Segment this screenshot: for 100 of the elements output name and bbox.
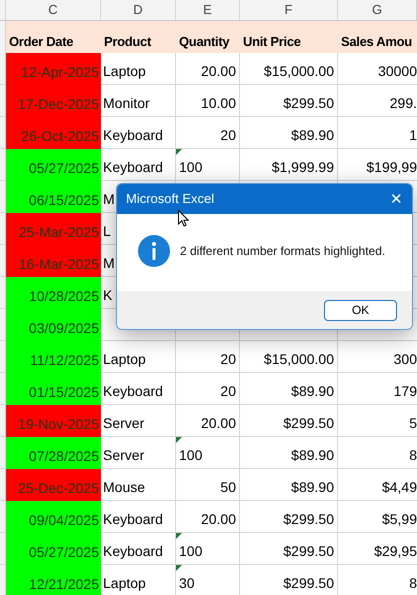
row-header[interactable] xyxy=(0,469,6,501)
header-label: Unit Price xyxy=(243,32,301,50)
table-cell-text: Keyboard xyxy=(103,382,163,401)
row-header[interactable] xyxy=(0,53,6,85)
table-cell-text: 10.00 xyxy=(200,94,236,113)
table-cell-text: 1 xyxy=(409,126,417,145)
date-cell: 17-Dec-2025 xyxy=(6,85,101,117)
column-header[interactable]: F xyxy=(240,0,338,20)
row-header[interactable] xyxy=(0,149,6,181)
table-cell-text: K xyxy=(103,286,112,305)
table-cell-text: $89.90 xyxy=(291,126,334,145)
date-cell: 05/27/2025 xyxy=(6,149,101,181)
table-cell-text: $5,99 xyxy=(382,510,417,529)
date-cell: 12/21/2025 xyxy=(6,565,101,595)
table-cell-text: 20.00 xyxy=(200,414,236,433)
table-cell-text: 20 xyxy=(220,126,236,145)
table-cell-text: Server xyxy=(103,414,144,433)
row-header[interactable] xyxy=(0,117,6,149)
date-cell: 12-Apr-2025 xyxy=(6,53,101,85)
table-cell-text: Laptop xyxy=(103,574,146,593)
table-cell-text: 100 xyxy=(179,542,202,561)
column-header[interactable]: C xyxy=(6,0,101,20)
table-cell-text: 20 xyxy=(220,382,236,401)
table-cell-text: Laptop xyxy=(103,62,146,81)
table-cell-text: 300 xyxy=(394,350,417,369)
header-label: Quantity xyxy=(179,32,230,51)
error-indicator-icon[interactable] xyxy=(176,437,182,443)
error-indicator-icon[interactable] xyxy=(176,533,182,539)
row-header[interactable] xyxy=(0,501,6,533)
table-cell-text: Monitor xyxy=(103,94,150,113)
table-cell-text: Keyboard xyxy=(103,542,163,561)
row-header[interactable] xyxy=(0,21,6,53)
table-cell-text: 8 xyxy=(409,574,417,593)
cursor-icon xyxy=(178,210,189,227)
date-cell: 01/15/2025 xyxy=(6,373,101,405)
table-cell-text: 179 xyxy=(394,382,417,401)
info-icon xyxy=(138,234,170,266)
row-header[interactable] xyxy=(0,373,6,405)
column-header[interactable]: D xyxy=(101,0,176,20)
table-cell-text: $89.90 xyxy=(291,382,334,401)
header-label: Product xyxy=(104,32,152,50)
row-header[interactable] xyxy=(0,405,6,437)
table-cell-text: $299.50 xyxy=(283,542,334,561)
error-indicator-icon[interactable] xyxy=(176,149,182,155)
row-header[interactable] xyxy=(0,277,6,309)
row-header[interactable] xyxy=(0,533,6,565)
table-cell-text: Mouse xyxy=(103,478,146,497)
date-cell: 06/15/2025 xyxy=(6,181,101,213)
date-cell: 05/27/2025 xyxy=(6,533,101,565)
table-cell-text: $29,95 xyxy=(374,542,417,561)
table-cell-text: $199,99 xyxy=(366,158,417,177)
row-header[interactable] xyxy=(0,181,6,213)
table-cell-text: $89.90 xyxy=(291,446,334,465)
ok-button[interactable]: OK xyxy=(324,300,397,320)
table-cell-text: M xyxy=(103,254,115,273)
row-header[interactable] xyxy=(0,245,6,277)
date-cell: 25-Dec-2025 xyxy=(6,469,101,501)
row-header[interactable] xyxy=(0,565,6,595)
table-cell-text: 20 xyxy=(220,350,236,369)
row-header[interactable] xyxy=(0,85,6,117)
date-cell: 25-Mar-2025 xyxy=(6,213,101,245)
column-header[interactable]: E xyxy=(176,0,240,20)
table-cell-text: L xyxy=(103,222,111,241)
table-cell-text: 20.00 xyxy=(200,510,236,529)
table-cell-text: 20.00 xyxy=(200,62,236,81)
table-cell-text: $89.90 xyxy=(291,478,334,497)
table-cell-text: 50 xyxy=(220,478,236,497)
close-button[interactable]: ✕ xyxy=(387,192,406,206)
table-cell-text: 5 xyxy=(409,414,417,433)
dialog-title: Microsoft Excel xyxy=(126,190,214,208)
table-cell-text: $299.50 xyxy=(283,94,334,113)
table-cell-text: Keyboard xyxy=(103,158,163,177)
date-cell: 09/04/2025 xyxy=(6,501,101,533)
table-cell-text: Laptop xyxy=(103,350,146,369)
table-cell-text: 8 xyxy=(409,446,417,465)
row-header[interactable] xyxy=(0,213,6,245)
table-cell-text: $15,000.00 xyxy=(264,62,334,81)
table-cell-text: $1,999.99 xyxy=(272,158,334,177)
table-cell-text: Server xyxy=(103,446,144,465)
date-cell: 26-Oct-2025 xyxy=(6,117,101,149)
dialog-message: 2 different number formats highlighted. xyxy=(180,242,386,260)
table-cell-text: 100 xyxy=(179,446,202,465)
date-cell: 07/28/2025 xyxy=(6,437,101,469)
table-cell-text: 30 xyxy=(179,574,195,593)
table-cell-text: Keyboard xyxy=(103,510,163,529)
row-header[interactable] xyxy=(0,341,6,373)
table-cell-text: $4,49 xyxy=(382,478,417,497)
date-cell: 10/28/2025 xyxy=(6,277,101,309)
column-header[interactable]: G xyxy=(338,0,417,20)
date-cell: 11/12/2025 xyxy=(6,341,101,373)
date-cell: 19-Nov-2025 xyxy=(6,405,101,437)
row-header[interactable] xyxy=(0,437,6,469)
error-indicator-icon[interactable] xyxy=(176,565,182,571)
date-cell: 03/09/2025 xyxy=(6,309,101,341)
row-header[interactable] xyxy=(0,309,6,341)
date-cell: 16-Mar-2025 xyxy=(6,245,101,277)
table-cell-text: $299.50 xyxy=(283,414,334,433)
table-cell-text: $15,000.00 xyxy=(264,350,334,369)
header-label: Order Date xyxy=(9,32,74,50)
header-label: Sales Amou xyxy=(341,32,412,50)
